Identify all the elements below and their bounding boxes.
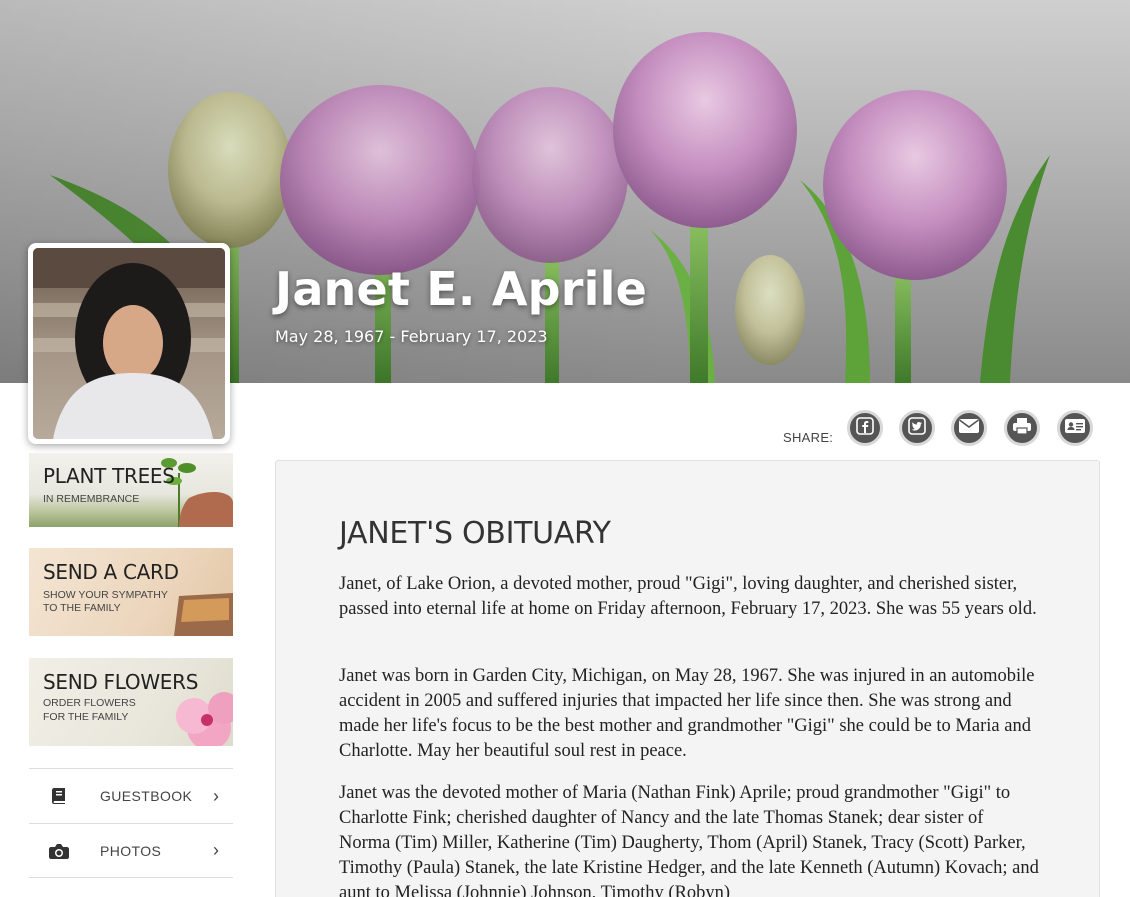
obituary-paragraph-1: Janet, of Lake Orion, a devoted mother, …: [339, 574, 1037, 619]
chevron-right-icon: ›: [213, 840, 219, 860]
send-card-title: SEND A CARD: [43, 560, 179, 584]
send-flowers-title: SEND FLOWERS: [43, 670, 199, 694]
nav-guestbook-label: GUESTBOOK: [100, 788, 193, 804]
chevron-right-icon: ›: [213, 785, 219, 806]
obituary-paragraph-2: Janet was born in Garden City, Michigan,…: [339, 666, 1035, 761]
portrait-photo[interactable]: [28, 243, 230, 444]
email-icon: [958, 418, 980, 439]
nav-photos-label: PHOTOS: [100, 842, 162, 859]
facebook-icon: [856, 416, 874, 440]
life-dates: May 28, 1967 - February 17, 2023: [275, 327, 548, 346]
vcard-icon: [1064, 418, 1086, 439]
book-icon: [29, 787, 89, 805]
plant-trees-promo[interactable]: PLANT TREES IN REMEMBRANCE: [29, 453, 233, 527]
plant-trees-title: PLANT TREES: [43, 464, 175, 488]
nav-photos[interactable]: PHOTOS ›: [29, 823, 233, 878]
plant-trees-subtitle: IN REMEMBRANCE: [43, 493, 140, 505]
send-card-promo[interactable]: SEND A CARD SHOW YOUR SYMPATHY TO THE FA…: [29, 548, 233, 636]
share-email-button[interactable]: [951, 410, 987, 446]
send-flowers-subtitle-1: ORDER FLOWERS: [43, 697, 136, 709]
decedent-name: Janet E. Aprile: [275, 262, 647, 316]
twitter-icon: [908, 416, 926, 440]
obituary-title: JANET'S OBITUARY: [339, 516, 611, 551]
obituary-paragraph-3: Janet was the devoted mother of Maria (N…: [339, 783, 1039, 897]
print-icon: [1012, 417, 1032, 440]
share-twitter-button[interactable]: [899, 410, 935, 446]
send-card-subtitle-2: TO THE FAMILY: [43, 602, 121, 614]
share-facebook-button[interactable]: [847, 410, 883, 446]
send-flowers-promo[interactable]: SEND FLOWERS ORDER FLOWERS FOR THE FAMIL…: [29, 658, 233, 746]
share-print-button[interactable]: [1004, 410, 1040, 446]
nav-guestbook[interactable]: GUESTBOOK ›: [29, 768, 233, 823]
portrait-image: [33, 248, 225, 439]
camera-icon: [29, 843, 89, 859]
share-label: SHARE:: [783, 430, 834, 445]
send-card-subtitle-1: SHOW YOUR SYMPATHY: [43, 589, 168, 601]
send-flowers-subtitle-2: FOR THE FAMILY: [43, 711, 129, 723]
share-vcard-button[interactable]: [1057, 410, 1093, 446]
